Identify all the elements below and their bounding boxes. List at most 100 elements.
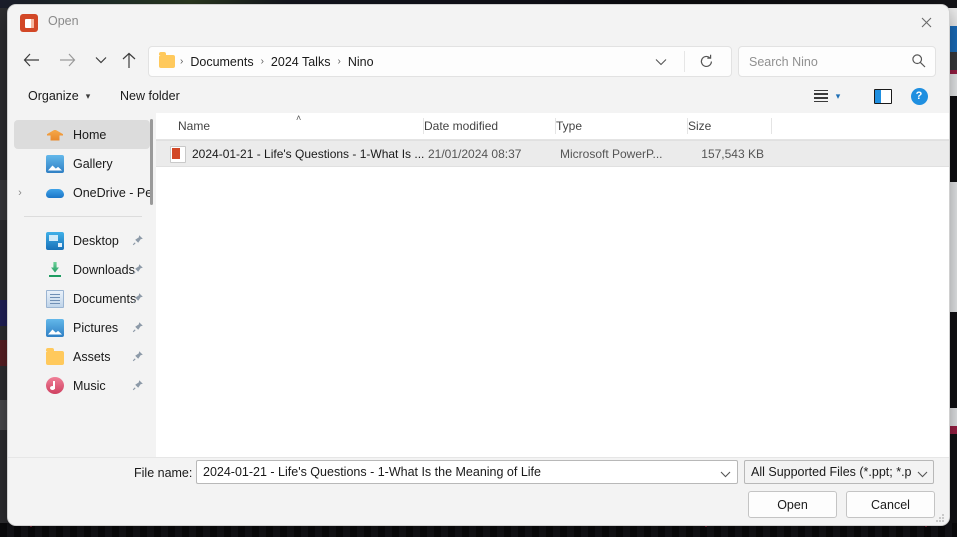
chevron-down-icon: ▾ [85, 90, 91, 101]
file-type-filter-value: All Supported Files (*.ppt; *.ppt [751, 465, 911, 479]
sidebar-item-label: OneDrive - Pers [73, 185, 150, 200]
breadcrumb-item-nino[interactable]: Nino [346, 55, 376, 69]
pin-icon [132, 320, 144, 338]
desktop-icon [46, 231, 64, 250]
preview-pane-button[interactable] [867, 83, 899, 109]
breadcrumb-item-2024-talks[interactable]: 2024 Talks [269, 55, 333, 69]
chevron-down-icon: ▾ [835, 90, 841, 101]
cell-size: 157,543 KB [701, 146, 764, 161]
forward-button[interactable] [52, 45, 82, 75]
file-name-input[interactable]: 2024-01-21 - Life's Questions - 1-What I… [196, 460, 738, 484]
dialog-footer: File name: 2024-01-21 - Life's Questions… [8, 457, 949, 525]
open-button[interactable]: Open [748, 491, 837, 518]
back-button[interactable] [16, 45, 46, 75]
cell-date-modified: 21/01/2024 08:37 [428, 146, 522, 161]
sidebar-item-downloads[interactable]: Downloads [14, 255, 150, 284]
command-bar: Organize ▾ New folder ▾ ? [8, 83, 949, 113]
sidebar-item-desktop[interactable]: Desktop [14, 226, 150, 255]
folder-icon [46, 348, 64, 365]
sidebar-scrollbar[interactable] [150, 119, 153, 205]
folder-icon [159, 52, 175, 68]
pin-icon [132, 262, 144, 280]
open-file-dialog: Open › Documents › 2024 Talks › Nino Sea… [8, 5, 949, 525]
file-type-filter-dropdown[interactable]: All Supported Files (*.ppt; *.ppt [744, 460, 934, 484]
chevron-down-icon[interactable] [917, 465, 928, 483]
downloads-icon [46, 261, 64, 279]
file-name-value: 2024-01-21 - Life's Questions - 1-What I… [203, 465, 541, 479]
view-options-button[interactable]: ▾ [801, 83, 853, 109]
powerpoint-file-icon [170, 146, 186, 163]
column-header-type[interactable]: Type [556, 113, 688, 139]
title-bar: Open [8, 5, 949, 41]
pin-icon [132, 349, 144, 367]
pin-icon [132, 378, 144, 396]
gallery-icon [46, 154, 64, 173]
sidebar-divider [24, 216, 142, 217]
breadcrumb-separator: › [180, 56, 184, 67]
sidebar-item-assets[interactable]: Assets [14, 342, 150, 371]
column-headers: ˄ Name Date modified Type Size [156, 113, 949, 140]
sidebar-item-label: Pictures [73, 320, 119, 335]
pin-icon [132, 233, 144, 251]
search-input[interactable]: Search Nino [738, 46, 936, 77]
new-folder-label: New folder [120, 89, 180, 103]
home-icon [46, 126, 64, 144]
pin-icon [132, 291, 144, 309]
chevron-right-icon[interactable]: › [12, 187, 28, 199]
search-icon [911, 53, 926, 73]
breadcrumb-separator: › [337, 56, 341, 67]
list-view-icon [813, 87, 828, 104]
dialog-content: Home Gallery › OneDrive - Pers Desktop [8, 113, 949, 457]
resize-grip[interactable] [936, 514, 945, 523]
sidebar-item-label: Music [73, 378, 106, 393]
file-name-label: File name: [134, 466, 193, 480]
help-icon: ? [910, 87, 928, 105]
search-placeholder: Search Nino [749, 54, 818, 69]
cell-type: Microsoft PowerP... [560, 146, 663, 161]
window-title: Open [48, 14, 79, 28]
address-divider [684, 51, 685, 72]
documents-icon [46, 289, 64, 308]
onedrive-icon [46, 184, 64, 202]
help-button[interactable]: ? [903, 83, 935, 109]
up-button[interactable] [114, 45, 144, 75]
sidebar-item-label: Documents [73, 291, 137, 306]
organize-button[interactable]: Organize ▾ [20, 83, 98, 109]
chevron-down-icon[interactable] [720, 465, 731, 483]
organize-label: Organize [28, 89, 79, 103]
breadcrumb-separator: › [260, 56, 264, 67]
refresh-icon[interactable] [689, 47, 723, 76]
sidebar-item-label: Downloads [73, 262, 135, 277]
navigation-bar: › Documents › 2024 Talks › Nino Search N… [8, 41, 949, 83]
recent-locations-button[interactable] [86, 45, 116, 75]
table-row[interactable]: 2024-01-21 - Life's Questions - 1-What I… [156, 140, 949, 167]
address-dropdown-chevron-down-icon[interactable] [647, 47, 675, 76]
file-list: ˄ Name Date modified Type Size 2024-01-2… [156, 113, 949, 457]
sidebar-item-pictures[interactable]: Pictures [14, 313, 150, 342]
sidebar-item-onedrive[interactable]: › OneDrive - Pers [14, 178, 150, 207]
new-folder-button[interactable]: New folder [112, 83, 188, 109]
sidebar-item-label: Gallery [73, 156, 113, 171]
music-icon [46, 377, 64, 394]
close-button[interactable] [903, 5, 949, 39]
column-header-size[interactable]: Size [688, 113, 772, 139]
sidebar-item-label: Home [73, 127, 107, 142]
background-bottom-strip [0, 523, 957, 537]
screen: Open › Documents › 2024 Talks › Nino Sea… [0, 0, 957, 537]
sidebar-item-home[interactable]: Home [14, 120, 150, 149]
column-header-date-modified[interactable]: Date modified [424, 113, 556, 139]
cancel-button[interactable]: Cancel [846, 491, 935, 518]
preview-pane-icon [874, 88, 892, 104]
breadcrumb-item-documents[interactable]: Documents [188, 55, 255, 69]
column-header-name[interactable]: Name [178, 113, 424, 139]
pictures-icon [46, 318, 64, 337]
sidebar-item-music[interactable]: Music [14, 371, 150, 400]
sidebar-item-documents[interactable]: Documents [14, 284, 150, 313]
navigation-pane[interactable]: Home Gallery › OneDrive - Pers Desktop [8, 113, 156, 457]
sidebar-item-label: Desktop [73, 233, 119, 248]
sidebar-item-gallery[interactable]: Gallery [14, 149, 150, 178]
sidebar-item-label: Assets [73, 349, 111, 364]
address-bar[interactable]: › Documents › 2024 Talks › Nino [148, 46, 732, 77]
cell-name: 2024-01-21 - Life's Questions - 1-What I… [192, 146, 424, 161]
powerpoint-icon [20, 14, 38, 32]
